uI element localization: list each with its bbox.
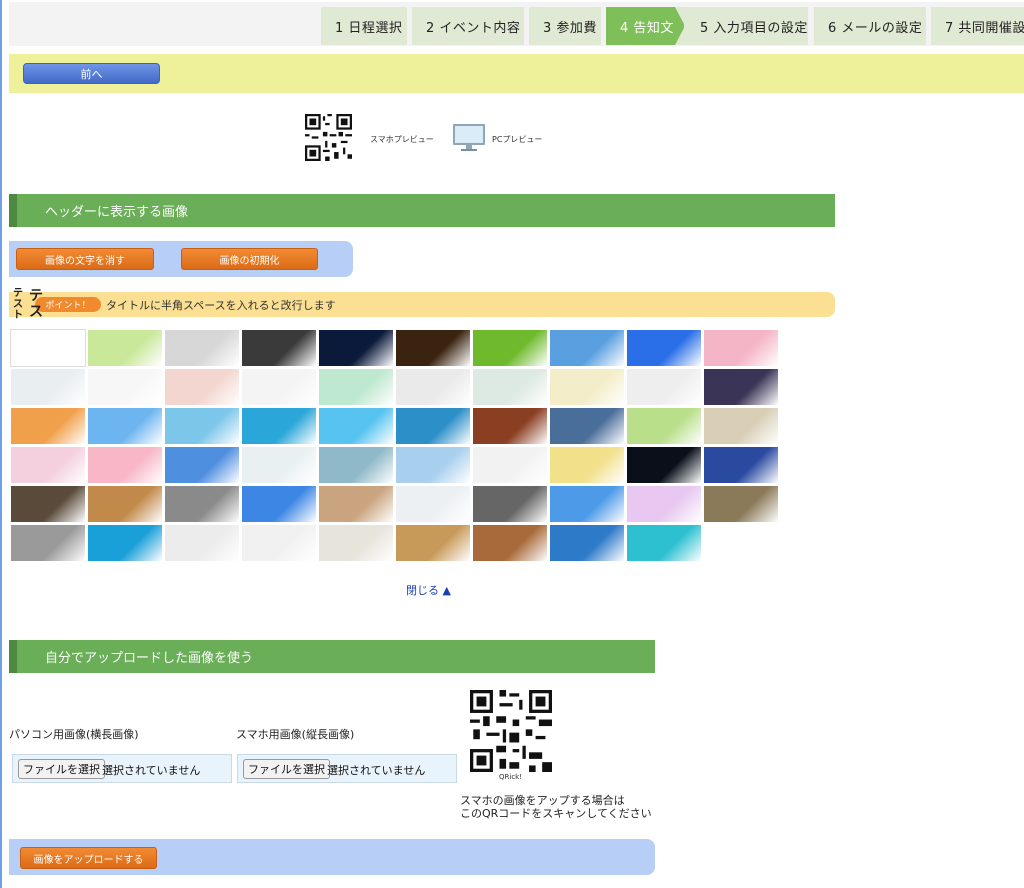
tab-step-6[interactable]: 6 メールの設定 (814, 7, 926, 45)
image-thumbnail[interactable] (10, 524, 86, 562)
image-thumbnail[interactable] (472, 407, 548, 445)
image-thumbnail[interactable] (472, 368, 548, 406)
image-thumbnail[interactable] (395, 407, 471, 445)
image-thumbnail[interactable] (472, 446, 548, 484)
window-edge (0, 0, 2, 888)
image-thumbnail[interactable] (626, 524, 702, 562)
vertical-preview-text-small: テスト (13, 288, 23, 321)
image-thumbnail[interactable] (241, 446, 317, 484)
tab-step-3[interactable]: 3 参加費 (529, 7, 601, 45)
image-thumbnail[interactable] (703, 407, 779, 445)
image-thumbnail[interactable] (10, 368, 86, 406)
image-thumbnail[interactable] (164, 407, 240, 445)
image-thumbnail[interactable] (626, 446, 702, 484)
image-thumbnail[interactable] (10, 407, 86, 445)
scan-instruction-line-2: このQRコードをスキャンしてください (460, 807, 652, 820)
image-thumbnail[interactable] (703, 368, 779, 406)
image-thumbnail[interactable] (318, 407, 394, 445)
sp-file-status: 選択されていません (327, 764, 426, 777)
image-thumbnail[interactable] (626, 485, 702, 523)
image-thumbnail[interactable] (703, 329, 779, 367)
image-thumbnail[interactable] (10, 329, 86, 367)
image-thumbnail[interactable] (241, 329, 317, 367)
image-thumbnail[interactable] (626, 368, 702, 406)
step-navigation: 1 日程選択 2 イベント内容 3 参加費 4 告知文 5 入力項目の設定 6 … (9, 2, 1024, 46)
image-thumbnail[interactable] (164, 485, 240, 523)
point-hint-band: ポイント！ タイトルに半角スペースを入れると改行します (9, 292, 835, 317)
image-thumbnail[interactable] (395, 524, 471, 562)
image-thumbnail[interactable] (318, 485, 394, 523)
image-thumbnail[interactable] (318, 368, 394, 406)
image-thumbnail[interactable] (472, 485, 548, 523)
image-thumbnail[interactable] (87, 485, 163, 523)
image-thumbnail[interactable] (549, 329, 625, 367)
tab-step-7[interactable]: 7 共同開催設定 (931, 7, 1024, 45)
upload-image-button[interactable]: 画像をアップロードする (20, 847, 157, 869)
upload-section-title: 自分でアップロードした画像を使う (9, 640, 655, 673)
sp-file-input[interactable]: ファイルを選択 選択されていません (237, 754, 457, 783)
sp-choose-file-button[interactable]: ファイルを選択 (243, 759, 330, 779)
image-thumbnail[interactable] (318, 524, 394, 562)
pc-file-input[interactable]: ファイルを選択 選択されていません (12, 754, 232, 783)
image-thumbnail[interactable] (472, 524, 548, 562)
scan-instruction: スマホの画像をアップする場合は このQRコードをスキャンしてください (460, 794, 652, 820)
image-thumbnail[interactable] (87, 524, 163, 562)
image-thumbnail[interactable] (395, 485, 471, 523)
sp-image-label: スマホ用画像(縦長画像) (236, 728, 355, 741)
image-thumbnail[interactable] (87, 329, 163, 367)
image-thumbnail[interactable] (549, 446, 625, 484)
image-thumbnail[interactable] (164, 329, 240, 367)
image-thumbnail[interactable] (10, 485, 86, 523)
image-thumbnail[interactable] (241, 485, 317, 523)
image-thumbnail[interactable] (626, 329, 702, 367)
pc-monitor-icon[interactable] (452, 123, 486, 153)
image-thumbnail[interactable] (549, 524, 625, 562)
image-thumbnail[interactable] (318, 446, 394, 484)
image-thumbnail[interactable] (10, 446, 86, 484)
image-thumbnail[interactable] (395, 368, 471, 406)
header-image-section-title: ヘッダーに表示する画像 (9, 194, 835, 227)
image-thumbnail[interactable] (703, 446, 779, 484)
tab-step-2[interactable]: 2 イベント内容 (412, 7, 524, 45)
tab-step-4[interactable]: 4 告知文 (606, 7, 684, 45)
image-thumbnail[interactable] (241, 524, 317, 562)
close-gallery-link[interactable]: 閉じる ▲ (406, 582, 451, 598)
image-thumbnail[interactable] (626, 407, 702, 445)
upload-qr-code-icon (470, 690, 552, 772)
mobile-preview-link[interactable]: スマホプレビュー (370, 134, 434, 145)
pc-file-status: 選択されていません (102, 764, 201, 777)
image-thumbnail[interactable] (549, 368, 625, 406)
tab-step-1[interactable]: 1 日程選択 (321, 7, 407, 45)
image-thumbnail[interactable] (87, 407, 163, 445)
reset-image-button[interactable]: 画像の初期化 (181, 248, 318, 270)
image-thumbnail[interactable] (164, 368, 240, 406)
image-actions-panel: 画像の文字を消す 画像の初期化 (9, 241, 353, 277)
image-thumbnail[interactable] (164, 524, 240, 562)
image-thumbnail[interactable] (472, 329, 548, 367)
scan-instruction-line-1: スマホの画像をアップする場合は (460, 794, 625, 807)
pc-preview-link[interactable]: PCプレビュー (492, 134, 542, 145)
image-thumbnail[interactable] (549, 485, 625, 523)
image-thumbnail[interactable] (164, 446, 240, 484)
upload-actions-panel: 画像をアップロードする (9, 839, 655, 875)
prev-button[interactable]: 前へ (23, 63, 160, 84)
pc-choose-file-button[interactable]: ファイルを選択 (18, 759, 105, 779)
clear-image-text-button[interactable]: 画像の文字を消す (16, 248, 154, 270)
nav-band: 前へ (9, 54, 1024, 93)
pc-image-label: パソコン用画像(横長画像) (9, 728, 139, 741)
qr-caption: QRick! (499, 773, 523, 781)
image-thumbnail[interactable] (395, 446, 471, 484)
vertical-preview-text-large: テス (29, 288, 43, 320)
image-thumbnail[interactable] (549, 407, 625, 445)
image-thumbnail[interactable] (87, 368, 163, 406)
tab-step-5[interactable]: 5 入力項目の設定 (684, 7, 808, 45)
image-thumbnail[interactable] (395, 329, 471, 367)
point-hint-text: タイトルに半角スペースを入れると改行します (106, 299, 336, 312)
image-thumbnail[interactable] (703, 485, 779, 523)
image-thumbnail[interactable] (318, 329, 394, 367)
image-thumbnail[interactable] (241, 368, 317, 406)
mobile-preview-qr-icon[interactable] (305, 114, 352, 161)
image-thumbnail[interactable] (241, 407, 317, 445)
image-thumbnail[interactable] (87, 446, 163, 484)
